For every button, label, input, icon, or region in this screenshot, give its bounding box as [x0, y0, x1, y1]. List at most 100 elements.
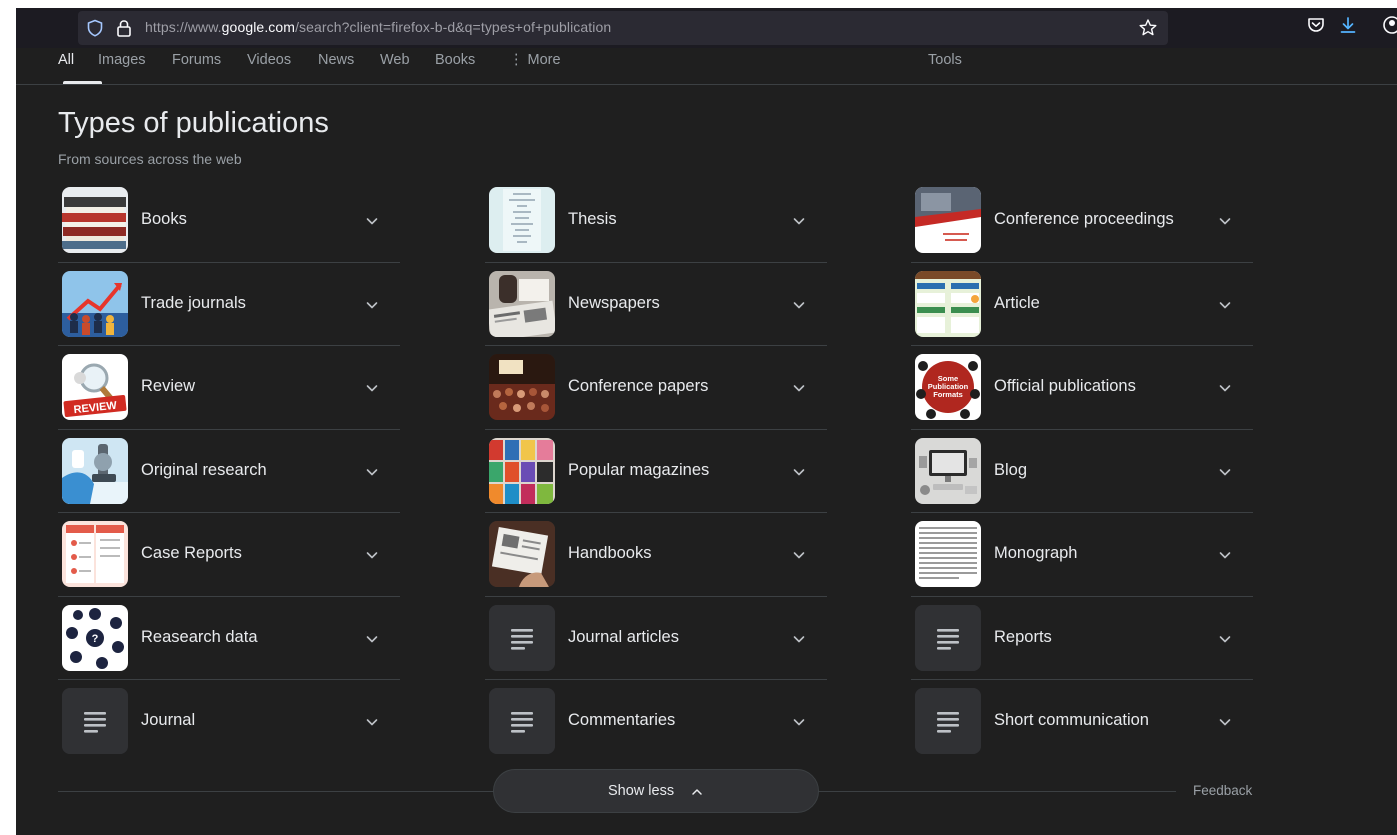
tab-videos[interactable]: Videos — [247, 52, 291, 68]
thesis-page-thumbnail — [489, 187, 555, 253]
account-icon[interactable] — [1382, 15, 1397, 35]
tab-more[interactable]: ⋮ More — [509, 52, 561, 68]
publication-type-label: Commentaries — [568, 711, 676, 729]
publication-type-label: Short communication — [994, 711, 1149, 729]
feedback-link[interactable]: Feedback — [1193, 783, 1252, 798]
panel-title: Types of publications — [58, 107, 329, 139]
publication-type-label: Popular magazines — [568, 460, 710, 479]
chevron-down-icon[interactable] — [1217, 464, 1233, 480]
publication-type-label: Thesis — [568, 210, 617, 228]
chevron-down-icon[interactable] — [791, 213, 807, 229]
publication-type-journal[interactable]: Journal — [58, 680, 400, 764]
publication-type-popular-magazines[interactable]: Popular magazines — [485, 430, 827, 513]
chevron-down-icon[interactable] — [1217, 213, 1233, 229]
lock-icon[interactable] — [116, 19, 132, 37]
publication-type-review[interactable]: REVIEW Review — [58, 346, 400, 430]
chevron-down-icon[interactable] — [1217, 380, 1233, 396]
chevron-down-icon[interactable] — [791, 714, 807, 730]
chevron-down-icon[interactable] — [1217, 547, 1233, 563]
chevron-down-icon[interactable] — [791, 380, 807, 396]
publication-type-commentaries[interactable]: Commentaries — [485, 680, 827, 764]
publication-type-books[interactable]: Books — [58, 179, 400, 263]
document-icon — [489, 688, 555, 754]
chevron-down-icon[interactable] — [364, 380, 380, 396]
column-2: Thesis Newspapers Conference papers Popular… — [485, 179, 827, 764]
books-photo-thumbnail — [62, 187, 128, 253]
tab-web[interactable]: Web — [380, 52, 410, 68]
publication-type-label: Conference papers — [568, 377, 709, 395]
address-bar[interactable]: https://www.google.com/search?client=fir… — [78, 11, 1168, 45]
chevron-down-icon[interactable] — [1217, 631, 1233, 647]
publication-type-label: Official publications — [994, 377, 1136, 395]
publication-type-official-publications[interactable]: Some Publication Formats Official publicati… — [911, 346, 1253, 430]
publication-type-label: Journal — [141, 711, 196, 729]
publication-type-label: Blog — [994, 460, 1028, 479]
pocket-icon[interactable] — [1306, 15, 1326, 35]
tracking-protection-shield-icon[interactable] — [86, 19, 104, 37]
publication-type-newspapers[interactable]: Newspapers — [485, 263, 827, 346]
article-infographic-thumbnail — [915, 270, 981, 337]
tools-button[interactable]: Tools — [928, 52, 962, 68]
url-text[interactable]: https://www.google.com/search?client=fir… — [145, 19, 611, 35]
publication-type-monograph[interactable]: Monograph — [911, 513, 1253, 597]
active-tab-indicator — [63, 81, 102, 84]
chevron-down-icon[interactable] — [364, 213, 380, 229]
chevron-down-icon[interactable] — [364, 714, 380, 730]
publication-type-label: Reasearch data — [141, 627, 258, 646]
chevron-down-icon[interactable] — [791, 464, 807, 480]
publication-type-case-reports[interactable]: Case Reports — [58, 513, 400, 597]
column-3: Conference proceedings Article Some Publica… — [911, 179, 1253, 764]
tab-news[interactable]: News — [318, 52, 354, 68]
tab-forums[interactable]: Forums — [172, 52, 221, 68]
chevron-down-icon[interactable] — [791, 547, 807, 563]
chevron-down-icon[interactable] — [1217, 714, 1233, 730]
publication-type-label: Handbooks — [568, 544, 652, 562]
tab-all[interactable]: All — [58, 52, 74, 68]
monograph-page-thumbnail — [915, 521, 981, 587]
blog-desk-photo-thumbnail — [915, 437, 981, 504]
case-report-photo-thumbnail — [62, 521, 128, 587]
tab-images[interactable]: Images — [98, 52, 146, 68]
publication-type-handbooks[interactable]: Handbooks — [485, 513, 827, 597]
publication-type-conference-papers[interactable]: Conference papers — [485, 346, 827, 430]
publication-type-thesis[interactable]: Thesis — [485, 179, 827, 263]
publication-type-label: Books — [141, 210, 187, 228]
chevron-down-icon[interactable] — [364, 631, 380, 647]
chevron-down-icon[interactable] — [791, 297, 807, 313]
publication-type-label: Reports — [994, 627, 1052, 646]
conference-photo-thumbnail — [489, 354, 555, 420]
bookmark-star-icon[interactable] — [1138, 18, 1158, 38]
publication-type-article[interactable]: Article — [911, 263, 1253, 346]
publication-type-short-communication[interactable]: Short communication — [911, 680, 1253, 764]
publication-type-reports[interactable]: Reports — [911, 597, 1253, 680]
document-icon — [62, 688, 128, 754]
magazines-photo-thumbnail — [489, 437, 555, 504]
document-icon — [489, 604, 555, 671]
chevron-down-icon[interactable] — [791, 631, 807, 647]
publication-type-trade-journals[interactable]: Trade journals — [58, 263, 400, 346]
chevron-down-icon[interactable] — [1217, 297, 1233, 313]
publication-type-label: Trade journals — [141, 293, 246, 312]
chevron-down-icon[interactable] — [364, 547, 380, 563]
tab-books[interactable]: Books — [435, 52, 475, 68]
screen-top-edge — [0, 0, 1397, 8]
publication-type-journal-articles[interactable]: Journal articles — [485, 597, 827, 680]
publication-type-label: Journal articles — [568, 627, 679, 646]
publication-type-label: Original research — [141, 460, 267, 479]
chevron-down-icon[interactable] — [364, 464, 380, 480]
review-photo-thumbnail: REVIEW — [62, 354, 128, 420]
show-less-button[interactable]: Show less — [493, 769, 819, 813]
column-1: Books Trade journals REVIEW Review Original … — [58, 179, 400, 764]
chevron-down-icon[interactable] — [364, 297, 380, 313]
newspapers-photo-thumbnail — [489, 270, 555, 337]
screen-left-edge — [0, 0, 16, 835]
chevron-up-icon — [692, 789, 702, 795]
publication-type-label: Newspapers — [568, 293, 660, 312]
publication-type-blog[interactable]: Blog — [911, 430, 1253, 513]
publication-type-original-research[interactable]: Original research — [58, 430, 400, 513]
download-icon[interactable] — [1338, 15, 1358, 35]
publication-type-conference-proceedings[interactable]: Conference proceedings — [911, 179, 1253, 263]
lab-photo-thumbnail — [62, 437, 128, 504]
publication-type-reasearch-data[interactable]: ? Reasearch data — [58, 597, 400, 680]
panel-subtitle: From sources across the web — [58, 151, 242, 167]
